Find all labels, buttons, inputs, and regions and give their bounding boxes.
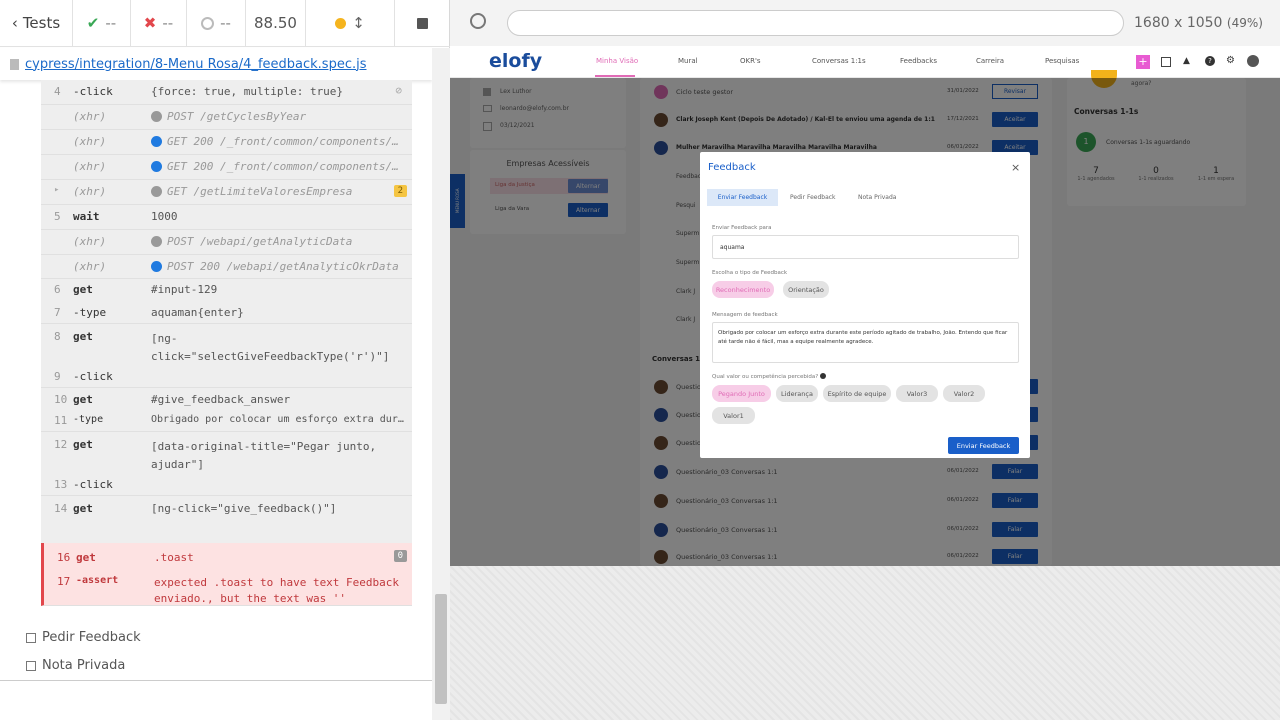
test-item[interactable]: Pedir Feedback — [26, 630, 141, 645]
passed-count: ✔ -- — [73, 0, 131, 47]
file-icon — [10, 58, 19, 70]
calendar-icon[interactable] — [1161, 57, 1171, 67]
tab-private-note[interactable]: Nota Privada — [858, 194, 896, 201]
nav-item[interactable]: Mural — [678, 57, 698, 65]
feedback-modal: Feedback × Enviar Feedback Pedir Feedbac… — [700, 152, 1030, 458]
help-icon[interactable] — [819, 373, 826, 379]
eye-slash-icon: ⊘ — [395, 84, 402, 97]
log-row[interactable]: 8 get [ng-click="selectGiveFeedbackType(… — [41, 324, 412, 366]
bell-icon[interactable]: ▲ — [1183, 56, 1190, 66]
xhr-row[interactable]: (xhr) GET 200 /_front/common/components/… — [41, 130, 412, 155]
nav-item[interactable]: Minha Visão — [596, 57, 638, 65]
stop-button[interactable] — [394, 0, 450, 47]
checkbox-icon — [26, 632, 36, 643]
help-icon[interactable]: ? — [1205, 56, 1215, 66]
log-row[interactable]: 4 -click {force: true, multiple: true} ⊘ — [41, 80, 412, 105]
check-icon: ✔ — [86, 14, 100, 32]
chevron-left-icon: ‹ — [11, 14, 18, 32]
nav-item[interactable]: Carreira — [976, 57, 1004, 65]
feedback-message-field[interactable]: Obrigado por colocar um esforço extra du… — [712, 322, 1019, 363]
status-dot-icon — [151, 186, 162, 197]
divider — [0, 680, 432, 681]
pending-count: -- — [187, 0, 246, 47]
app-frame: elofy Minha Visão Mural OKR's Conversas … — [450, 46, 1280, 566]
log-row[interactable]: 13 -click — [41, 474, 412, 496]
scroll-arrows-icon: ↕ — [352, 14, 365, 32]
status-dot-icon — [151, 136, 162, 147]
log-row[interactable]: 6 get #input-129 — [41, 279, 412, 302]
viewport-size: 1680 x 1050 (49%) — [1134, 15, 1263, 31]
nav-active-underline — [595, 75, 635, 77]
avatar[interactable] — [1247, 55, 1259, 67]
x-icon: ✖ — [143, 14, 157, 32]
status-dot-icon — [151, 111, 162, 122]
app-logo[interactable]: elofy — [489, 50, 542, 72]
test-item[interactable]: Nota Privada — [26, 658, 125, 673]
url-bar[interactable] — [507, 10, 1124, 36]
plus-icon[interactable]: + — [1136, 55, 1150, 69]
nav-item[interactable]: Pesquisas — [1045, 57, 1079, 65]
tab-request-feedback[interactable]: Pedir Feedback — [790, 194, 836, 201]
crosshair-icon[interactable] — [470, 13, 486, 29]
nav-item[interactable]: Feedbacks — [900, 57, 937, 65]
type-recognition-chip[interactable]: Reconhecimento — [712, 281, 774, 298]
value-chip[interactable]: Valor2 — [943, 385, 985, 402]
value-chip[interactable]: Pegando Junto — [712, 385, 771, 402]
xhr-row[interactable]: (xhr) GET 200 /_front/common/components/… — [41, 155, 412, 180]
value-chip[interactable]: Espírito de equipe — [823, 385, 891, 402]
viewport-background — [450, 566, 1280, 720]
send-feedback-button[interactable]: Enviar Feedback — [948, 437, 1019, 454]
value-chip[interactable]: Valor3 — [896, 385, 938, 402]
gear-icon[interactable]: ⚙ — [1226, 55, 1235, 66]
log-row[interactable]: 12 get [data-original-title="Pegar junto… — [41, 432, 412, 474]
failed-count: ✖ -- — [131, 0, 187, 47]
close-icon[interactable]: × — [1011, 161, 1020, 174]
tests-button[interactable]: ‹ Tests — [0, 0, 73, 47]
log-row[interactable]: 5 wait 1000 — [41, 205, 412, 230]
scrollbar-thumb[interactable] — [435, 594, 447, 704]
spec-path: cypress/integration/8-Menu Rosa/4_feedba… — [25, 56, 367, 72]
status-dot-icon — [151, 161, 162, 172]
pending-circle-icon — [201, 16, 215, 30]
xhr-row[interactable]: ▸ (xhr) GET /getLimiteValoresEmpresa 2 — [41, 180, 412, 205]
count-badge: 0 — [393, 550, 407, 562]
status-dot-icon — [151, 236, 162, 247]
xhr-row[interactable]: (xhr) POST /webapi/getAnalyticData — [41, 230, 412, 255]
failed-log-row[interactable]: 16 get .toast 0 17 -assert expected .toa… — [41, 543, 412, 606]
xhr-row[interactable]: (xhr) POST 200 /webapi/getAnalyticOkrDat… — [41, 255, 412, 279]
log-row[interactable]: 9 -click — [41, 366, 412, 388]
log-row[interactable]: 14 get [ng-click="give_feedback()"] — [41, 496, 412, 543]
tests-label: Tests — [22, 14, 61, 32]
stop-icon — [417, 17, 428, 29]
nav-item[interactable]: OKR's — [740, 57, 761, 65]
type-guidance-chip[interactable]: Orientação — [783, 281, 829, 298]
running-dot-icon — [335, 17, 347, 29]
count-badge: 2 — [393, 185, 407, 197]
log-row[interactable]: 7 -type aquaman{enter} — [41, 302, 412, 324]
nav-item[interactable]: Conversas 1:1s — [812, 57, 866, 65]
duration: 88.50 — [246, 0, 306, 47]
checkbox-icon — [26, 660, 36, 671]
xhr-row[interactable]: (xhr) POST /getCyclesByYear — [41, 105, 412, 130]
runner-header: ‹ Tests ✔ -- ✖ -- -- 88.50 ↕ — [0, 0, 450, 47]
recipient-input[interactable]: aquama — [712, 235, 1019, 259]
command-log-panel: ‹ Tests ✔ -- ✖ -- -- 88.50 ↕ cypress/int… — [0, 0, 450, 720]
expand-caret-icon[interactable]: ▸ — [54, 185, 59, 195]
status-dot-icon — [151, 261, 162, 272]
value-chip[interactable]: Valor1 — [712, 407, 755, 424]
log-row[interactable]: 10 get #give_feedback_answer — [41, 388, 412, 410]
modal-title: Feedback — [708, 162, 756, 173]
command-list: 4 -click {force: true, multiple: true} ⊘… — [41, 80, 412, 606]
top-nav: elofy Minha Visão Mural OKR's Conversas … — [450, 46, 1280, 78]
auto-scroll-toggle[interactable]: ↕ — [306, 0, 394, 47]
value-chip[interactable]: Liderança — [776, 385, 818, 402]
tab-send-feedback[interactable]: Enviar Feedback — [707, 189, 778, 206]
spec-file-bar[interactable]: cypress/integration/8-Menu Rosa/4_feedba… — [0, 48, 432, 80]
log-row[interactable]: 11 -type Obrigado por colocar um esforço… — [41, 410, 412, 432]
